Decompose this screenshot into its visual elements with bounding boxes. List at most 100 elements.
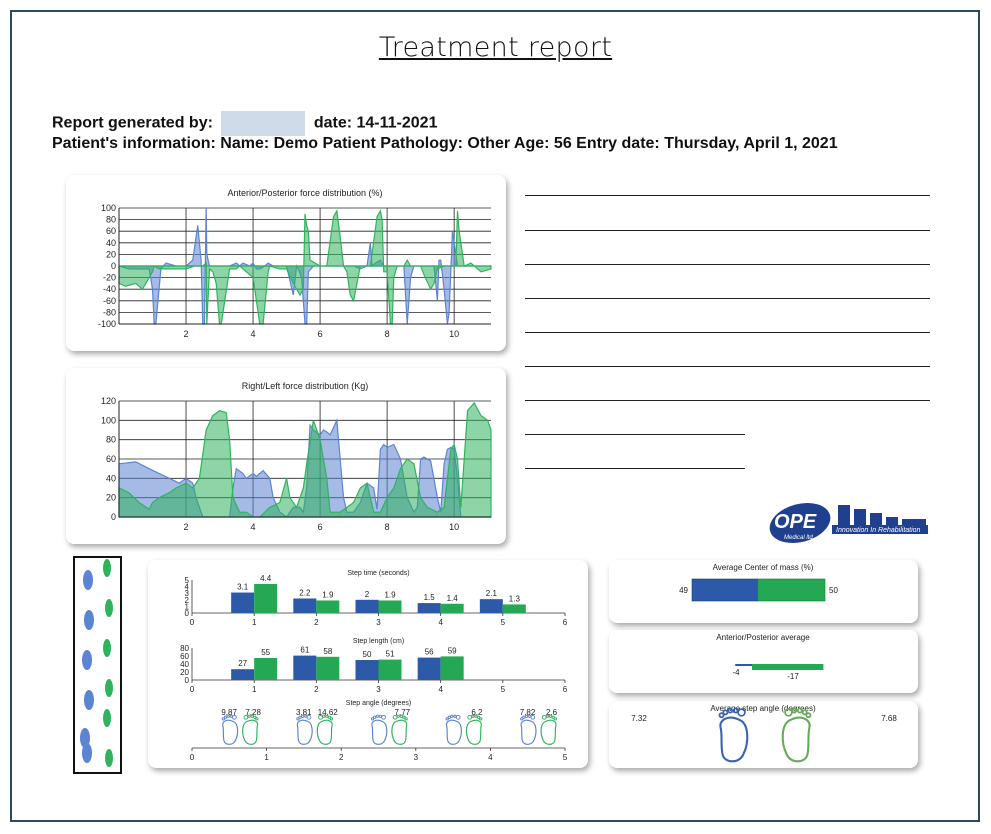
footprint-strip-graphic bbox=[80, 559, 113, 767]
foot-outline bbox=[316, 719, 333, 745]
foot-outline bbox=[719, 716, 749, 763]
foot-icon bbox=[316, 714, 334, 745]
toe-outline bbox=[370, 717, 375, 721]
logo-name: OPE bbox=[774, 511, 817, 533]
y-tick-label: 0 bbox=[185, 609, 190, 618]
note-line[interactable] bbox=[525, 434, 745, 435]
angle-label-right: 2.6 bbox=[546, 708, 558, 717]
bar-value-label: 1.5 bbox=[424, 593, 436, 602]
foot-icon bbox=[465, 714, 483, 745]
bar-value-label: 1.9 bbox=[322, 590, 334, 599]
logo-graphic: OPE Medical ltd. Innovation In Rehabilit… bbox=[769, 502, 928, 544]
step-metrics-charts: Step time (seconds)5432100 1 2 3 4 5 63.14.42.… bbox=[180, 570, 568, 762]
x-tick-label: 1 bbox=[252, 618, 257, 627]
x-tick-label: 3 bbox=[414, 753, 419, 762]
value-left: 49 bbox=[679, 586, 688, 595]
chart-title: Step length (cm) bbox=[353, 638, 404, 645]
bar bbox=[231, 592, 255, 613]
y-tick-label: 20 bbox=[106, 493, 116, 503]
bar-right bbox=[752, 664, 824, 670]
x-tick-label: 5 bbox=[501, 685, 506, 694]
bar-right bbox=[757, 578, 826, 602]
bar-value-label: 58 bbox=[323, 647, 332, 656]
bar bbox=[355, 660, 379, 680]
bar bbox=[293, 655, 317, 680]
x-tick-label: 2 bbox=[339, 753, 344, 762]
bar bbox=[378, 600, 402, 613]
bar-value-label: 4.4 bbox=[260, 574, 272, 583]
ap-average-card: Anterior/Posterior average -4 -17 bbox=[609, 630, 918, 693]
value-right: -17 bbox=[787, 672, 799, 681]
note-line[interactable] bbox=[525, 400, 930, 401]
angle-label-left: 9.87 bbox=[221, 708, 237, 717]
x-tick-label: 5 bbox=[563, 753, 568, 762]
bar-value-label: 1.3 bbox=[509, 594, 521, 603]
bar-value-label: 50 bbox=[363, 650, 372, 659]
blue-footprint bbox=[83, 570, 93, 590]
y-tick-label: 20 bbox=[106, 249, 116, 259]
note-line[interactable] bbox=[525, 298, 930, 299]
x-tick-label: 2 bbox=[184, 329, 189, 339]
foot-icon bbox=[242, 714, 259, 745]
foot-outline bbox=[371, 719, 388, 745]
note-line[interactable] bbox=[525, 230, 930, 231]
foot-outline bbox=[242, 719, 259, 745]
bar bbox=[355, 599, 379, 613]
value-left: -4 bbox=[732, 668, 740, 677]
foot-icon bbox=[391, 714, 408, 745]
x-tick-label: 4 bbox=[438, 618, 443, 627]
bar-value-label: 2.1 bbox=[486, 589, 498, 598]
green-footprint bbox=[103, 639, 111, 657]
foot-icon bbox=[296, 714, 313, 745]
angle-label-right: 7.77 bbox=[395, 708, 411, 717]
y-tick-label: 0 bbox=[111, 512, 116, 522]
generated-row: Report generated by: date: 14-11-2021 bbox=[52, 111, 437, 136]
foot-icon bbox=[370, 714, 388, 745]
x-tick-label: 3 bbox=[376, 685, 381, 694]
note-line[interactable] bbox=[525, 195, 930, 196]
note-line[interactable] bbox=[525, 332, 930, 333]
bar bbox=[378, 659, 402, 680]
y-tick-label: 80 bbox=[106, 215, 116, 225]
bar bbox=[316, 656, 340, 680]
logo-sub: Medical ltd. bbox=[784, 535, 814, 541]
y-tick-label: 120 bbox=[101, 396, 116, 406]
blue-footprint bbox=[82, 650, 92, 670]
ap-force-card: Anterior/Posterior force distribution (%… bbox=[66, 175, 506, 351]
toe-outline bbox=[378, 714, 383, 718]
note-line[interactable] bbox=[525, 264, 930, 265]
toe-outline bbox=[805, 712, 812, 719]
company-logo: OPE Medical ltd. Innovation In Rehabilit… bbox=[766, 497, 931, 547]
green-footprint bbox=[105, 599, 113, 617]
chart-title: Right/Left force distribution (Kg) bbox=[242, 381, 369, 391]
x-tick-label: 0 bbox=[190, 685, 195, 694]
y-tick-label: 60 bbox=[106, 226, 116, 236]
note-line[interactable] bbox=[525, 468, 745, 469]
value-right: 50 bbox=[829, 586, 838, 595]
green-footprint bbox=[105, 679, 113, 697]
avg-step-angle-card: Average step angle (degrees) 7.32 7.68 bbox=[609, 701, 918, 768]
y-tick-label: 100 bbox=[101, 203, 116, 213]
foot-outline bbox=[465, 719, 482, 745]
x-tick-label: 2 bbox=[184, 522, 189, 532]
y-tick-label: 40 bbox=[106, 238, 116, 248]
blue-footprint bbox=[82, 743, 92, 763]
toe-outline bbox=[404, 717, 408, 721]
bar-value-label: 3.1 bbox=[237, 583, 249, 592]
bar bbox=[293, 598, 317, 613]
value-right: 7.68 bbox=[881, 714, 897, 723]
x-tick-label: 3 bbox=[376, 618, 381, 627]
value-left: 7.32 bbox=[631, 714, 647, 723]
note-line[interactable] bbox=[525, 366, 930, 367]
y-tick-label: 40 bbox=[106, 473, 116, 483]
bar bbox=[316, 600, 340, 613]
bar bbox=[440, 603, 464, 613]
y-tick-label: 100 bbox=[101, 415, 116, 425]
bar bbox=[254, 658, 278, 680]
x-tick-label: 10 bbox=[449, 329, 459, 339]
foot-outline bbox=[445, 719, 462, 745]
foot-outline bbox=[296, 719, 313, 745]
y-tick-label: 0 bbox=[111, 261, 116, 271]
toe-outline bbox=[450, 714, 454, 718]
toe-outline bbox=[329, 717, 334, 721]
